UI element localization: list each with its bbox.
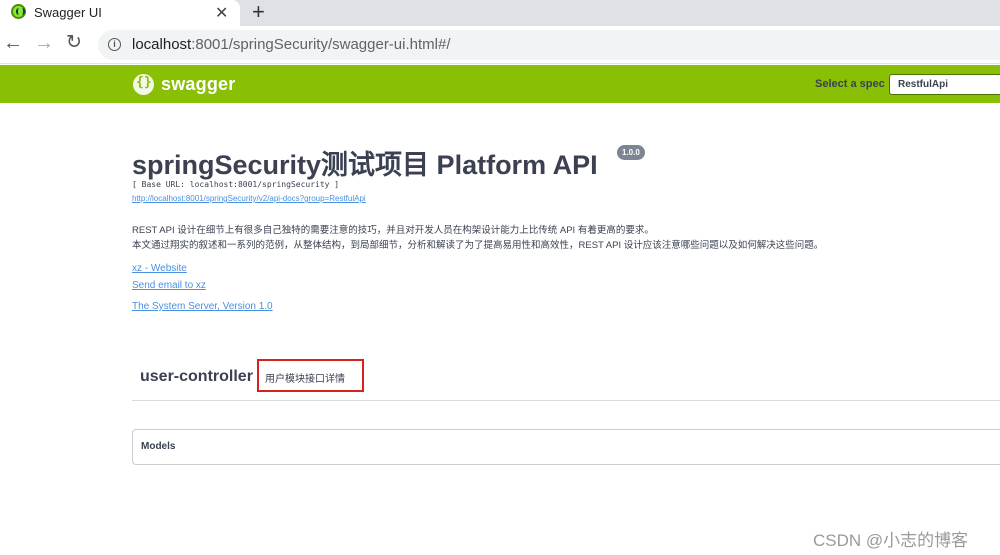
base-url: [ Base URL: localhost:8001/springSecurit… (132, 180, 340, 189)
website-link[interactable]: xz - Website (132, 263, 187, 274)
description-line: REST API 设计在细节上有很多自己独特的需要注意的技巧，并且对开发人员在构… (132, 225, 654, 236)
spec-select-label: Select a spec (815, 78, 885, 90)
url-text[interactable]: localhost:8001/springSecurity/swagger-ui… (132, 36, 451, 53)
url-path: :8001/springSecurity/swagger-ui.html#/ (191, 36, 451, 53)
browser-tab-bar: Swagger UI ✕ + (0, 0, 1000, 26)
page-title: springSecurity测试项目 Platform API (132, 150, 598, 180)
license-link[interactable]: The System Server, Version 1.0 (132, 301, 273, 312)
browser-tab[interactable]: Swagger UI ✕ (0, 0, 240, 26)
models-title[interactable]: Models (141, 441, 175, 452)
back-button[interactable]: ← (3, 33, 23, 53)
close-tab-icon[interactable]: ✕ (215, 3, 228, 23)
swagger-favicon-icon (11, 4, 26, 19)
description-line: 本文通过翔实的叙述和一系列的范例，从整体结构，到局部细节，分析和解读了为了提高易… (132, 240, 824, 251)
tag-section-user-controller[interactable]: user-controller 用户模块接口详情 (132, 351, 1000, 401)
tag-name[interactable]: user-controller (140, 368, 253, 386)
api-docs-link[interactable]: http://localhost:8001/springSecurity/v2/… (132, 194, 366, 203)
models-section[interactable]: Models (132, 429, 1000, 465)
tab-title: Swagger UI (34, 5, 102, 20)
swagger-topbar: swagger Select a spec RestfulApi (0, 65, 1000, 103)
forward-button[interactable]: → (34, 33, 54, 53)
spec-select-value: RestfulApi (898, 79, 948, 90)
email-link[interactable]: Send email to xz (132, 280, 206, 291)
info-icon[interactable]: i (108, 38, 121, 51)
browser-toolbar: ← → ↻ i localhost:8001/springSecurity/sw… (0, 26, 1000, 64)
swagger-logo-icon[interactable] (133, 74, 154, 95)
new-tab-button[interactable]: + (252, 0, 265, 25)
watermark: CSDN @小志的博客 (813, 531, 969, 550)
spec-select[interactable]: RestfulApi (889, 74, 1000, 95)
version-badge: 1.0.0 (617, 145, 645, 160)
tag-description: 用户模块接口详情 (265, 374, 345, 385)
swagger-logo-text[interactable]: swagger (161, 74, 235, 95)
url-host: localhost (132, 36, 192, 53)
reload-button[interactable]: ↻ (66, 33, 82, 53)
tag-description-highlight: 用户模块接口详情 (257, 359, 364, 392)
address-bar[interactable]: i localhost:8001/springSecurity/swagger-… (98, 30, 1000, 60)
